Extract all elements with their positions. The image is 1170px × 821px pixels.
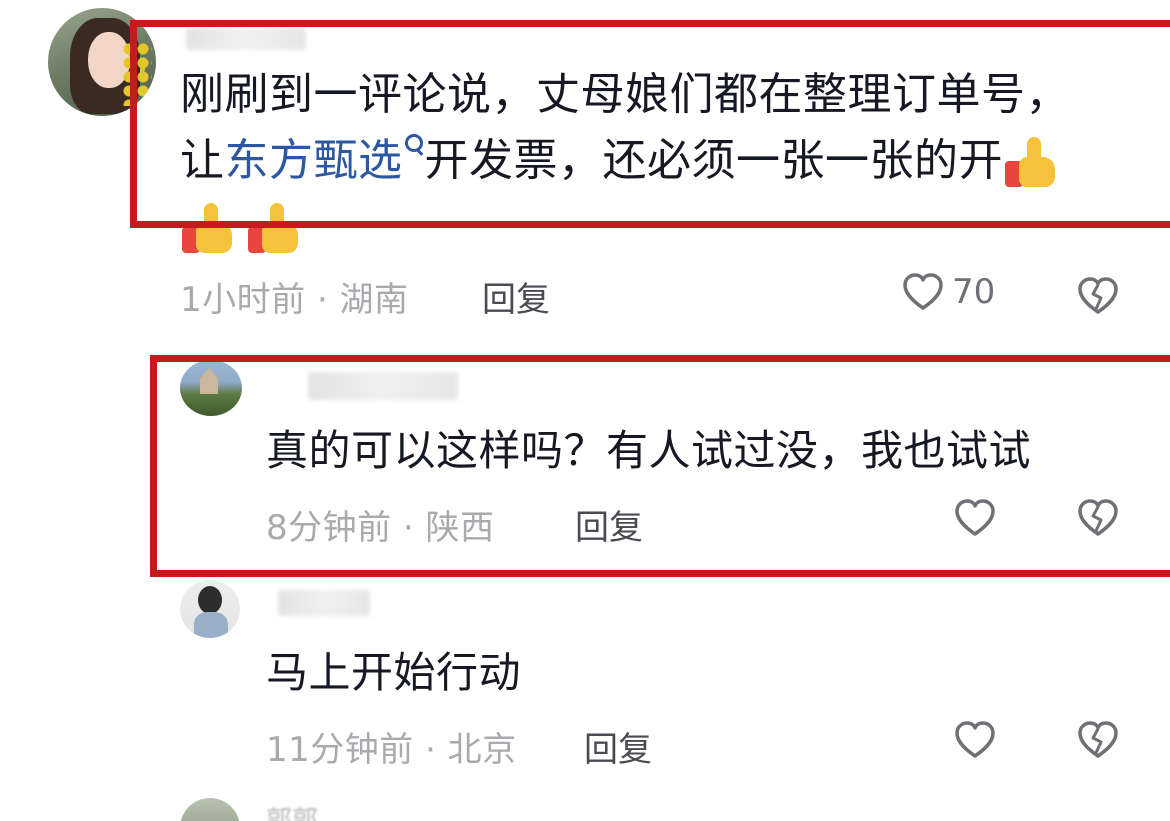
dislike-icon[interactable] [1076, 276, 1120, 316]
thumbs-up-icon [1003, 135, 1059, 191]
comment-text: 真的可以这样吗？有人试过没，我也试试 [266, 426, 1032, 475]
reply-button[interactable]: 回复 [575, 500, 643, 549]
dislike-icon[interactable] [1076, 720, 1120, 760]
blurred-username[interactable] [278, 590, 370, 616]
search-icon[interactable] [403, 132, 425, 162]
comment-line-1: 刚刷到一评论说，丈母娘们都在整理订单号， [180, 69, 1070, 120]
reply-button[interactable]: 回复 [482, 272, 550, 321]
heart-icon [903, 273, 943, 310]
like-button[interactable]: 70 [902, 272, 995, 312]
search-link[interactable]: 东方甄选 [225, 135, 403, 186]
blurred-username[interactable] [186, 28, 306, 50]
avatar[interactable] [48, 8, 156, 116]
thumbs-up-icon [180, 201, 236, 257]
avatar[interactable] [180, 580, 240, 638]
avatar[interactable] [180, 360, 242, 416]
dislike-icon[interactable] [1076, 498, 1120, 538]
username[interactable]: 郭郭 [266, 800, 318, 821]
heart-icon[interactable] [954, 498, 996, 538]
comment-text: 刚刷到一评论说，丈母娘们都在整理订单号， 让东方甄选 开发票，还必须一张一张的开 [180, 62, 1070, 260]
comment-text-suffix: 开发票，还必须一张一张的开 [424, 135, 1003, 186]
avatar-head [198, 586, 222, 614]
thumbs-up-icon [246, 201, 302, 257]
heart-icon[interactable] [954, 720, 996, 760]
avatar[interactable] [180, 798, 240, 821]
comment-line-3 [180, 194, 1070, 260]
comment-time-location: 11分钟前 · 北京 [266, 730, 517, 770]
comment-text: 马上开始行动 [266, 648, 522, 697]
like-count: 70 [952, 272, 996, 312]
comment-line-2: 让东方甄选 开发票，还必须一张一张的开 [180, 128, 1070, 194]
avatar-flowers [122, 42, 152, 106]
comment-time-location: 1小时前 · 湖南 [180, 280, 409, 320]
comment-thread: 刚刷到一评论说，丈母娘们都在整理订单号， 让东方甄选 开发票，还必须一张一张的开 … [0, 0, 1170, 821]
blurred-username[interactable] [308, 372, 458, 400]
comment-time-location: 8分钟前 · 陕西 [266, 508, 495, 548]
avatar-body [194, 612, 228, 638]
comment-text-prefix: 让 [180, 135, 225, 186]
reply-button[interactable]: 回复 [584, 722, 652, 771]
avatar-castle [200, 368, 218, 394]
